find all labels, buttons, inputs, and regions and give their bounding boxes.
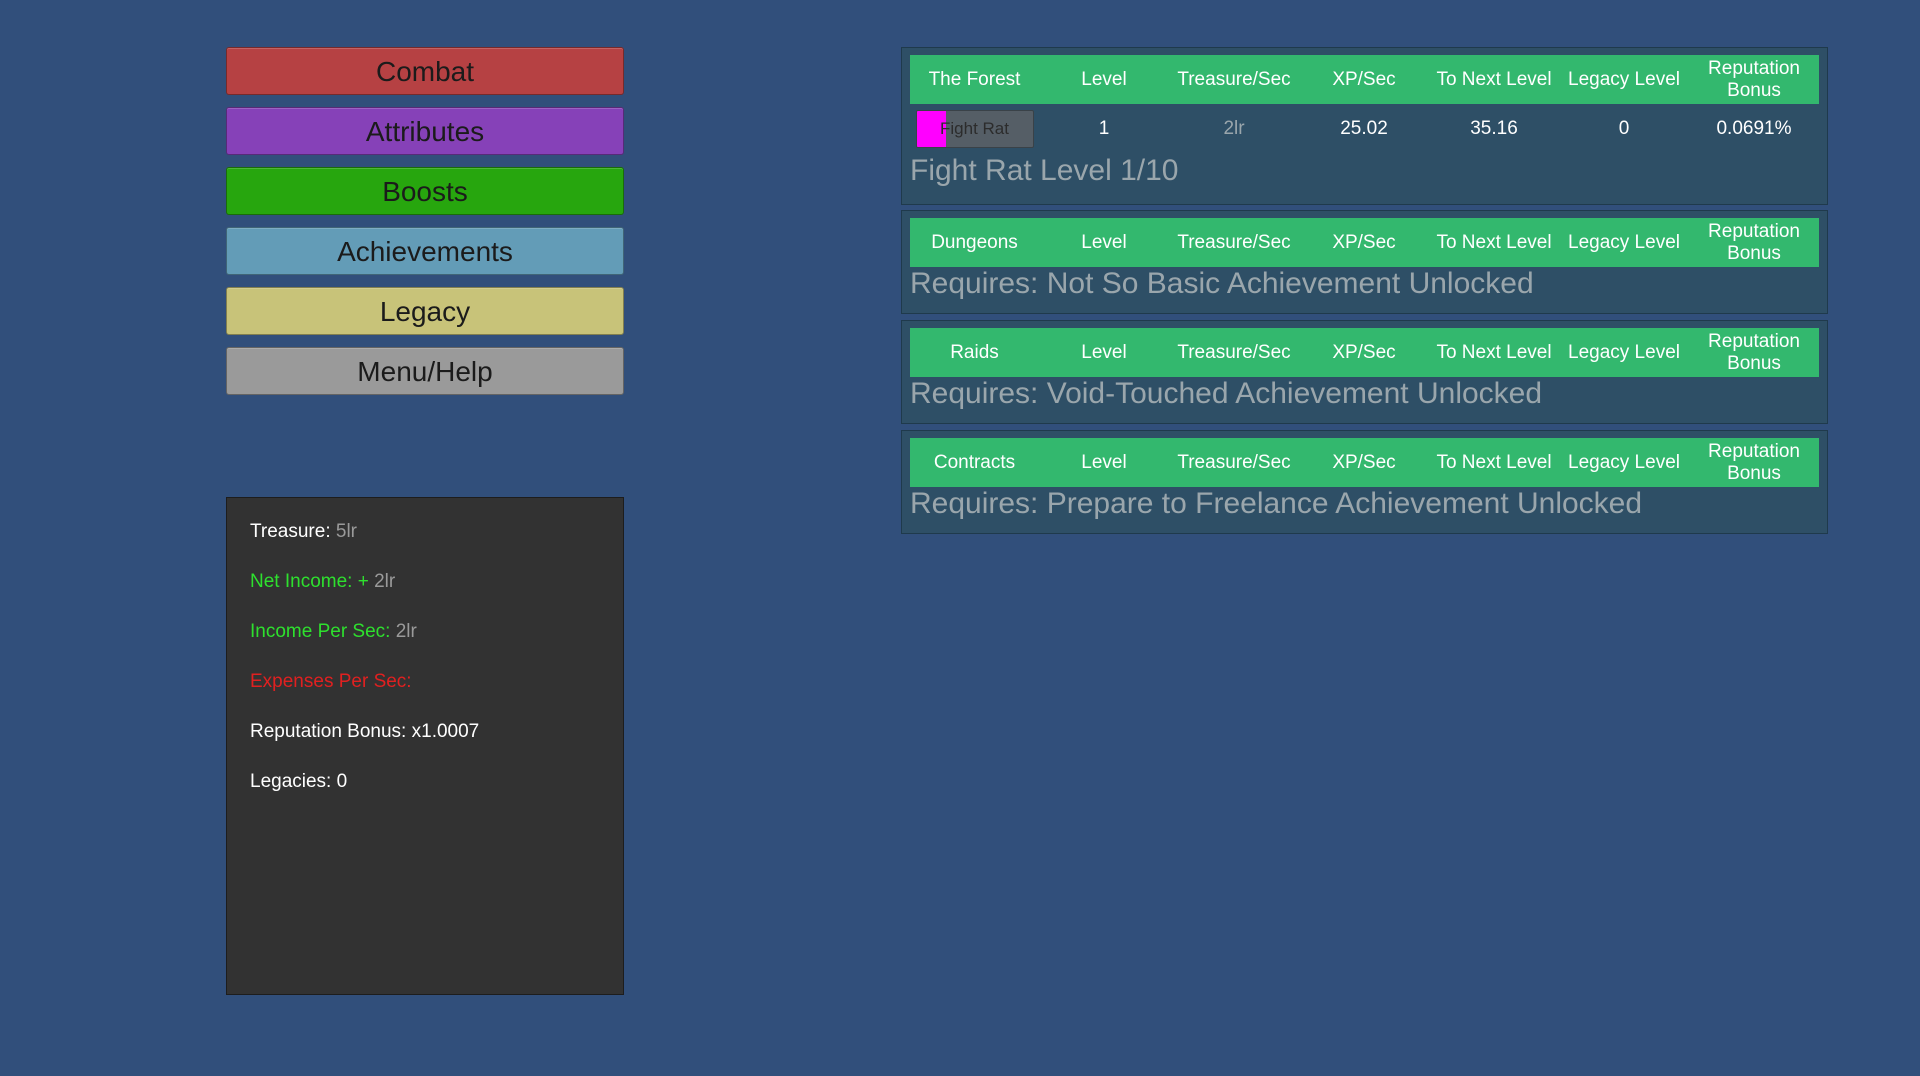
task-to-next: 35.16 (1470, 118, 1518, 139)
legacies-value: 0 (336, 771, 348, 792)
col-treasure-sec: Treasure/Sec (1177, 341, 1291, 363)
income-label: Income Per Sec: (250, 621, 391, 642)
col-legacy-level: Legacy Level (1568, 231, 1680, 253)
col-treasure-sec: Treasure/Sec (1177, 68, 1291, 90)
achievements-button[interactable]: Achievements (226, 227, 624, 275)
expenses-label: Expenses Per Sec: (250, 671, 412, 692)
raids-header: Raids Level Treasure/Sec XP/Sec To Next … (910, 328, 1819, 377)
reputation-label: Reputation Bonus: (250, 721, 407, 742)
col-treasure-sec: Treasure/Sec (1177, 231, 1291, 253)
col-reputation-bonus: Reputation Bonus (1708, 220, 1800, 264)
col-level: Level (1081, 68, 1127, 90)
col-level: Level (1081, 451, 1127, 473)
legacies-label: Legacies: (250, 771, 332, 792)
raids-panel: Raids Level Treasure/Sec XP/Sec To Next … (901, 320, 1828, 424)
attributes-button[interactable]: Attributes (226, 107, 624, 155)
treasure-label: Treasure: (250, 521, 331, 542)
forest-status: Fight Rat Level 1/10 (910, 154, 1179, 187)
fight-rat-label: Fight Rat (940, 119, 1009, 138)
col-legacy-level: Legacy Level (1568, 451, 1680, 473)
task-treasure-sec: 2lr (1223, 118, 1245, 139)
col-xp-sec: XP/Sec (1332, 231, 1396, 253)
dungeons-header: Dungeons Level Treasure/Sec XP/Sec To Ne… (910, 218, 1819, 267)
col-legacy-level: Legacy Level (1568, 68, 1680, 90)
forest-header: The Forest Level Treasure/Sec XP/Sec To … (910, 55, 1819, 104)
task-xp-sec: 25.02 (1340, 118, 1388, 139)
expenses-row: Expenses Per Sec: (250, 672, 623, 722)
raids-status: Requires: Void-Touched Achievement Unloc… (910, 377, 1543, 410)
main-nav: Combat Attributes Boosts Achievements Le… (226, 47, 624, 407)
col-to-next-level: To Next Level (1436, 451, 1552, 473)
col-xp-sec: XP/Sec (1332, 68, 1396, 90)
contracts-title: Contracts (933, 451, 1016, 473)
task-reputation: 0.0691% (1716, 118, 1792, 139)
dungeons-title: Dungeons (931, 231, 1018, 253)
col-level: Level (1081, 231, 1127, 253)
net-income-value: 2lr (374, 571, 396, 592)
col-level: Level (1081, 341, 1127, 363)
income-value: 2lr (395, 621, 417, 642)
reputation-row: Reputation Bonus: x1.0007 (250, 722, 623, 772)
fight-rat-button[interactable]: Fight Rat (915, 110, 1034, 148)
col-legacy-level: Legacy Level (1568, 341, 1680, 363)
task-level: 1 (1098, 118, 1110, 139)
col-reputation-bonus: Reputation Bonus (1708, 330, 1800, 374)
forest-panel: The Forest Level Treasure/Sec XP/Sec To … (901, 47, 1828, 205)
contracts-panel: Contracts Level Treasure/Sec XP/Sec To N… (901, 430, 1828, 534)
dungeons-panel: Dungeons Level Treasure/Sec XP/Sec To Ne… (901, 210, 1828, 314)
net-income-label: Net Income: + (250, 571, 369, 592)
net-income-row: Net Income: + 2lr (250, 572, 623, 622)
forest-title: The Forest (928, 68, 1021, 90)
legacy-button[interactable]: Legacy (226, 287, 624, 335)
col-to-next-level: To Next Level (1436, 231, 1552, 253)
col-xp-sec: XP/Sec (1332, 341, 1396, 363)
treasure-value: 5lr (335, 521, 358, 542)
col-reputation-bonus: Reputation Bonus (1708, 440, 1800, 484)
task-legacy: 0 (1618, 118, 1630, 139)
combat-button[interactable]: Combat (226, 47, 624, 95)
col-xp-sec: XP/Sec (1332, 451, 1396, 473)
reputation-value: x1.0007 (411, 721, 480, 742)
contracts-status: Requires: Prepare to Freelance Achieveme… (910, 487, 1643, 520)
treasure-row: Treasure: 5lr (250, 522, 623, 572)
menu-help-button[interactable]: Menu/Help (226, 347, 624, 395)
col-treasure-sec: Treasure/Sec (1177, 451, 1291, 473)
col-to-next-level: To Next Level (1436, 341, 1552, 363)
income-row: Income Per Sec: 2lr (250, 622, 623, 672)
col-reputation-bonus: Reputation Bonus (1708, 57, 1800, 101)
dungeons-status: Requires: Not So Basic Achievement Unloc… (910, 267, 1534, 300)
col-to-next-level: To Next Level (1436, 68, 1552, 90)
contracts-header: Contracts Level Treasure/Sec XP/Sec To N… (910, 438, 1819, 487)
boosts-button[interactable]: Boosts (226, 167, 624, 215)
raids-title: Raids (950, 341, 999, 363)
stats-panel: Treasure: 5lr Net Income: + 2lr Income P… (226, 497, 624, 995)
legacies-row: Legacies: 0 (250, 772, 623, 822)
task-row: Fight Rat 1 2lr 25.02 35.16 0 0.0691% (910, 104, 1819, 154)
